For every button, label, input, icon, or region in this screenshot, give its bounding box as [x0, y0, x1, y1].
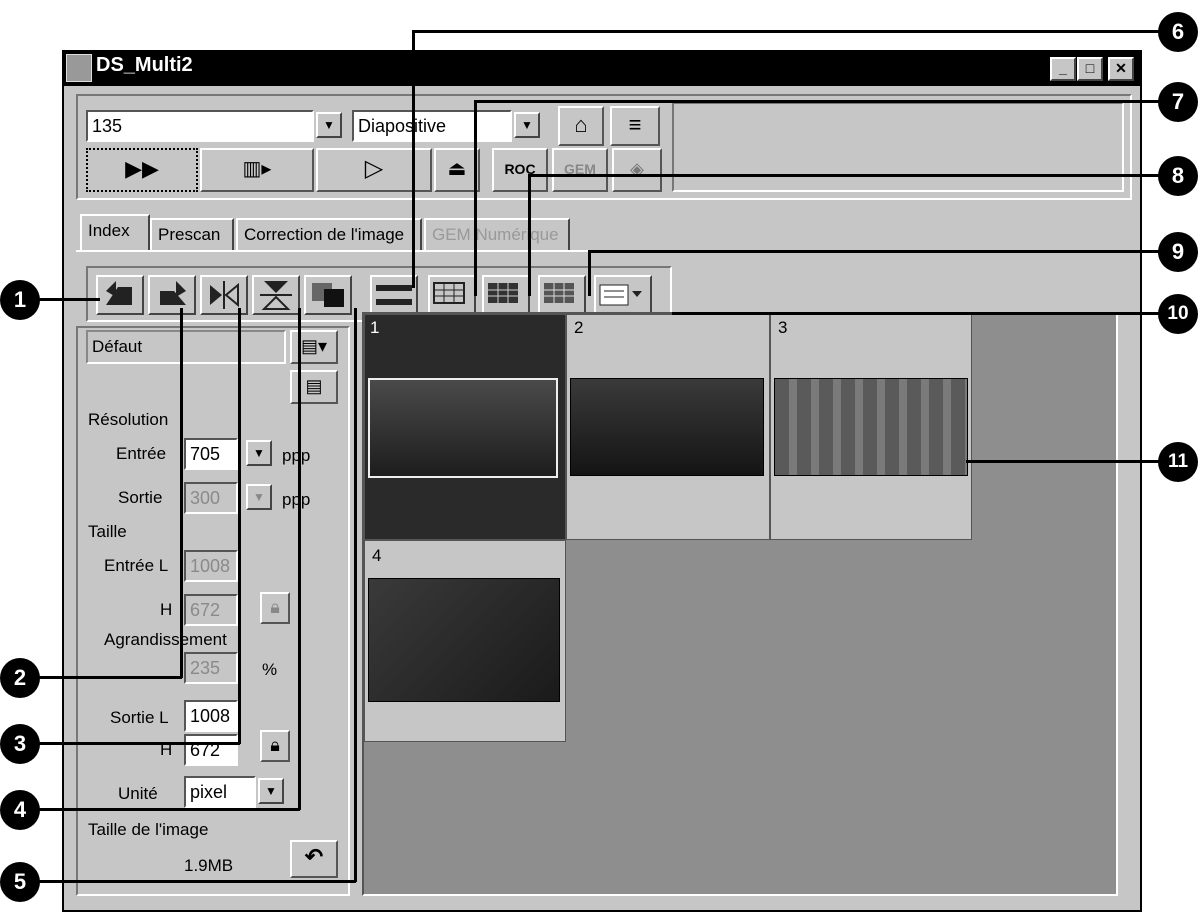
tab-prescan[interactable]: Prescan	[150, 218, 234, 252]
film-type-select[interactable]: Diapositive	[352, 110, 512, 142]
maximize-button[interactable]: □	[1077, 57, 1103, 81]
callout-line-1	[30, 298, 100, 301]
input-lock-icon[interactable]: 🔒︎	[260, 592, 290, 624]
thumbnail-number: 3	[778, 318, 788, 337]
callout-7: 7	[1158, 82, 1198, 122]
thumbnail-number: 2	[574, 318, 584, 337]
roc-icon[interactable]: ROC	[492, 148, 548, 192]
callout-9: 9	[1158, 232, 1198, 272]
output-width-label: Sortie L	[110, 708, 169, 727]
minimize-button[interactable]: _	[1050, 57, 1076, 81]
output-res-label: Sortie	[118, 488, 163, 507]
negative-icon[interactable]	[304, 275, 352, 315]
callout-line-2	[30, 676, 182, 679]
output-width-field[interactable]: 1008	[184, 700, 238, 732]
window-title: DS_Multi2	[96, 54, 193, 76]
input-height-label: H	[160, 600, 173, 619]
tab-image-correction[interactable]: Correction de l'image	[236, 218, 422, 252]
output-resolution-dropdown[interactable]: ▼	[246, 484, 272, 510]
title-bar[interactable]	[64, 52, 1140, 86]
preset-field[interactable]: Défaut	[86, 330, 286, 364]
callout-line-6	[412, 30, 1182, 33]
callout-line-9v	[588, 250, 591, 296]
deselect-icon[interactable]	[538, 275, 586, 315]
tab-gem-digital[interactable]: GEM Numérique	[424, 218, 570, 252]
index-scan-icon[interactable]: ▶▶	[86, 148, 198, 192]
input-resolution-dropdown[interactable]: ▼	[246, 440, 272, 466]
callout-3: 3	[0, 724, 40, 764]
select-inverse-icon[interactable]	[482, 275, 530, 315]
gem-icon[interactable]: GEM	[552, 148, 608, 192]
unit-dropdown[interactable]: ▼	[258, 778, 284, 804]
unit-select[interactable]: pixel	[184, 776, 256, 808]
callout-10: 10	[1158, 294, 1198, 334]
select-frames-icon[interactable]	[370, 275, 418, 315]
percent-label: %	[262, 660, 278, 679]
output-dpi-unit: ppp	[282, 490, 311, 509]
output-lock-icon[interactable]: 🔒︎	[260, 730, 290, 762]
tab-index[interactable]: Index	[80, 214, 150, 252]
callout-line-3	[30, 742, 240, 745]
thumbnail-image-4	[368, 578, 560, 702]
callout-8: 8	[1158, 156, 1198, 196]
callout-2: 2	[0, 658, 40, 698]
thumbnail-image-3	[774, 378, 968, 476]
reset-icon[interactable]: ↶	[290, 840, 338, 878]
callout-line-5	[30, 880, 356, 883]
output-height-field[interactable]: 672	[184, 734, 238, 766]
input-dpi-unit: ppp	[282, 446, 311, 465]
callout-line-7v	[474, 100, 477, 296]
rotate-left-icon[interactable]	[96, 275, 144, 315]
input-res-label: Entrée	[116, 444, 167, 463]
input-height-field[interactable]: 672	[184, 594, 238, 626]
callout-line-6v	[412, 30, 415, 288]
resolution-label: Résolution	[88, 410, 169, 429]
image-size-label: Taille de l'image	[88, 820, 209, 839]
thumbnail-number: 4	[372, 546, 382, 565]
flip-vertical-icon[interactable]	[252, 275, 300, 315]
callout-line-3v	[238, 308, 241, 744]
thumbnail-image-1	[368, 378, 558, 478]
callout-11: 11	[1158, 442, 1198, 482]
callout-4: 4	[0, 790, 40, 830]
film-type-dropdown[interactable]: ▼	[514, 112, 540, 138]
size-label: Taille	[88, 522, 127, 541]
settings-icon[interactable]: ⌂	[558, 106, 604, 146]
callout-5: 5	[0, 862, 40, 902]
select-all-icon[interactable]	[428, 275, 476, 315]
thumbnail-number: 1	[370, 318, 380, 337]
callout-line-5v	[354, 308, 357, 882]
film-strip-icon[interactable]: ≡	[610, 106, 660, 146]
callout-line-11	[966, 460, 1180, 463]
callout-1: 1	[0, 280, 40, 320]
output-resolution-field[interactable]: 300	[184, 482, 238, 514]
image-size-value: 1.9MB	[184, 856, 234, 875]
close-button[interactable]: ✕	[1108, 57, 1134, 81]
film-format-dropdown[interactable]: ▼	[316, 112, 342, 138]
callout-line-2v	[180, 308, 183, 678]
ice-icon[interactable]: ◈	[612, 148, 662, 192]
rotate-right-icon[interactable]	[148, 275, 196, 315]
thumbnail-image-2	[570, 378, 764, 476]
enlargement-label: Agrandissement	[104, 630, 227, 649]
callout-line-10	[672, 312, 1180, 315]
unit-label: Unité	[118, 784, 158, 803]
input-resolution-field[interactable]: 705	[184, 438, 238, 470]
callout-line-4v	[298, 308, 301, 810]
enlargement-field[interactable]: 235	[184, 652, 238, 684]
callout-line-8	[528, 174, 1182, 177]
input-width-label: Entrée L	[104, 556, 169, 575]
callout-line-7	[474, 100, 1182, 103]
callout-line-4	[30, 808, 300, 811]
callout-line-8v	[528, 174, 531, 296]
preview-strip	[672, 102, 1124, 192]
menu-icon[interactable]	[594, 275, 652, 315]
callout-line-9	[588, 250, 1182, 253]
callout-6: 6	[1158, 12, 1198, 52]
film-format-select[interactable]: 135	[86, 110, 314, 142]
prescan-icon[interactable]: ▥▸	[200, 148, 314, 192]
input-width-field[interactable]: 1008	[184, 550, 238, 582]
app-icon	[66, 54, 92, 82]
